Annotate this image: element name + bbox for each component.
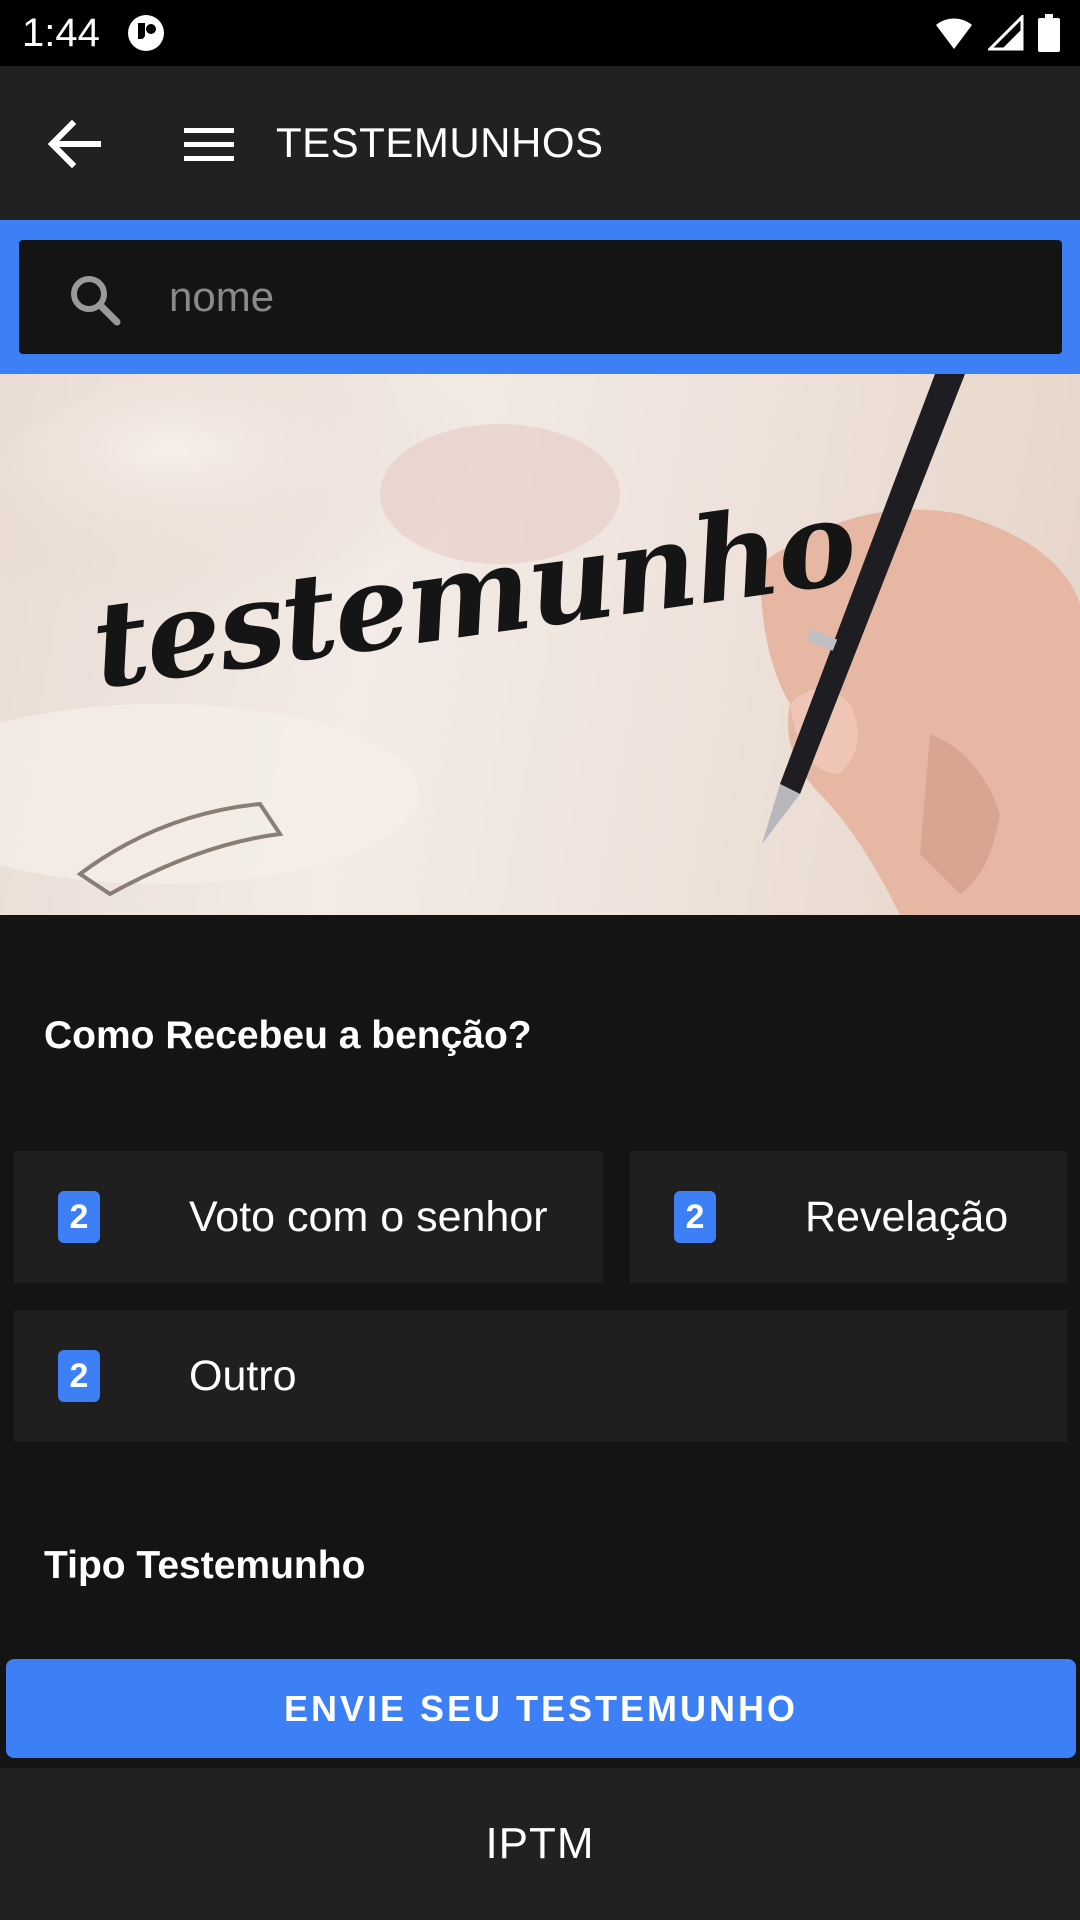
search-icon	[71, 276, 121, 326]
section-title-type: Tipo Testemunho	[44, 1544, 366, 1587]
hamburger-menu-icon	[184, 128, 234, 161]
option-card-voto[interactable]: 2 Voto com o senhor	[14, 1151, 603, 1283]
count-badge: 2	[674, 1191, 716, 1243]
testimony-banner-image: testemunho	[0, 374, 1080, 915]
back-button[interactable]	[42, 112, 106, 176]
wifi-icon	[934, 15, 974, 56]
back-arrow-icon	[47, 119, 101, 169]
menu-button[interactable]	[178, 114, 240, 176]
battery-icon	[1038, 14, 1060, 57]
send-testimony-button[interactable]: ENVIE SEU TESTEMUNHO	[6, 1659, 1076, 1758]
option-card-revelacao[interactable]: 2 Revelação	[630, 1151, 1067, 1283]
footer-bar: IPTM	[0, 1768, 1080, 1920]
count-badge: 2	[58, 1350, 100, 1402]
footer-label: IPTM	[485, 1819, 595, 1868]
app-notification-icon	[126, 13, 166, 53]
option-card-outro[interactable]: 2 Outro	[14, 1310, 1067, 1442]
status-bar: 1:44	[0, 0, 1080, 66]
option-label: Voto com o senhor	[189, 1193, 548, 1241]
app-toolbar: TESTEMUNHOS	[0, 66, 1080, 220]
screen: 1:44 TESTEMUNHOS nome testemunho Como Re…	[0, 0, 1080, 1920]
search-input[interactable]	[169, 262, 1019, 332]
option-label: Revelação	[805, 1193, 1009, 1241]
page-title: TESTEMUNHOS	[276, 119, 604, 166]
search-box[interactable]	[19, 240, 1062, 354]
status-time: 1:44	[22, 11, 100, 55]
signal-icon	[986, 13, 1024, 56]
option-label: Outro	[189, 1352, 297, 1400]
status-icons	[934, 13, 1060, 57]
search-bar-container	[0, 220, 1080, 374]
section-title-blessing: Como Recebeu a benção?	[44, 1014, 532, 1057]
count-badge: 2	[58, 1191, 100, 1243]
